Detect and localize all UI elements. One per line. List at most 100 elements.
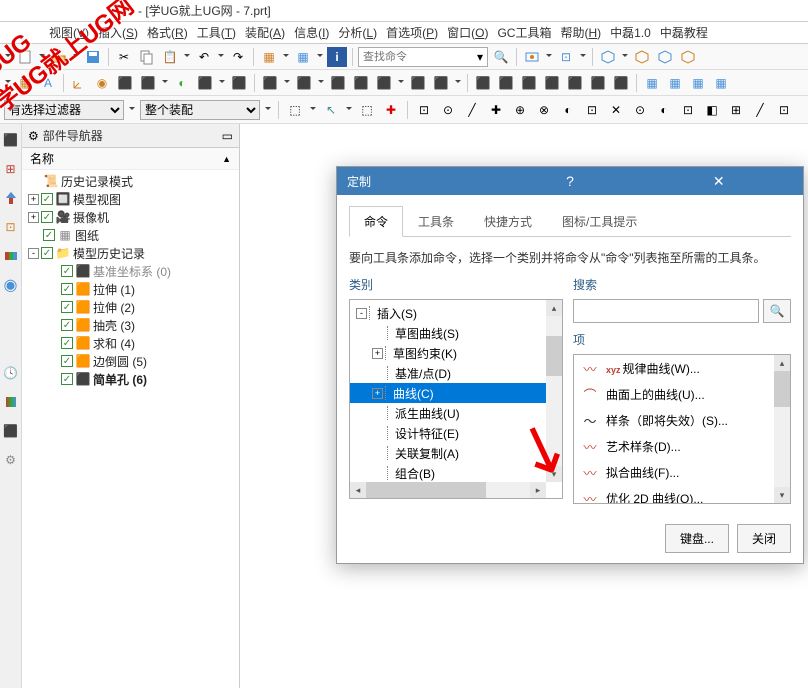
close-icon[interactable]: ✕ xyxy=(644,170,793,192)
command-item[interactable]: 〰拟合曲线(F)... xyxy=(574,459,790,485)
cut-icon[interactable]: ✂ xyxy=(114,47,134,67)
search-icon[interactable]: 🔍 xyxy=(491,47,511,67)
dropdown-icon[interactable] xyxy=(621,48,629,66)
dropdown-icon[interactable] xyxy=(345,101,353,119)
menu-item[interactable]: 格式(R) xyxy=(143,22,192,43)
tool-icon[interactable]: ▦ xyxy=(293,47,313,67)
tree-toggle[interactable]: - xyxy=(356,308,367,319)
panel-menu-icon[interactable]: ▭ xyxy=(222,129,233,143)
scroll-up-icon[interactable]: ▴ xyxy=(546,300,562,316)
command-item[interactable]: 〰艺术样条(D)... xyxy=(574,433,790,459)
tool-icon[interactable]: ⬛ xyxy=(351,73,371,93)
select-icon[interactable]: ↖ xyxy=(321,100,341,120)
snap-icon[interactable]: ⊗ xyxy=(534,100,554,120)
snap-icon[interactable]: ⊡ xyxy=(414,100,434,120)
select-icon[interactable]: ⬚ xyxy=(285,100,305,120)
search-input[interactable] xyxy=(573,299,759,323)
command-search[interactable]: ▾ xyxy=(358,47,488,67)
snap-icon[interactable]: ✕ xyxy=(606,100,626,120)
tree-item[interactable]: ✓🟧拉伸 (1) xyxy=(22,280,239,298)
navigator-column-header[interactable]: 名称 ▲ xyxy=(22,148,239,170)
dropdown-icon[interactable] xyxy=(72,48,80,66)
tool-icon[interactable]: ⬛ xyxy=(496,73,516,93)
tool-icon[interactable]: ⬛ xyxy=(519,73,539,93)
dropdown-icon[interactable] xyxy=(161,74,169,92)
tool-icon[interactable]: ⬛ xyxy=(195,73,215,93)
command-item[interactable]: 〰优化 2D 曲线(O)... xyxy=(574,485,790,504)
tool-icon[interactable]: ▦ xyxy=(665,73,685,93)
dialog-titlebar[interactable]: 定制 ? ✕ xyxy=(337,167,803,195)
undo-icon[interactable]: ↶ xyxy=(194,47,214,67)
tree-item[interactable]: ✓🟧边倒圆 (5) xyxy=(22,352,239,370)
menu-item[interactable]: 装配(A) xyxy=(241,22,289,43)
tree-item[interactable]: ✓⬛基准坐标系 (0) xyxy=(22,262,239,280)
tree-item[interactable]: ✓⬛简单孔 (6) xyxy=(22,370,239,388)
scroll-thumb[interactable] xyxy=(366,482,486,498)
view-icon[interactable] xyxy=(522,47,542,67)
snap-icon[interactable]: ╱ xyxy=(750,100,770,120)
scroll-down-icon[interactable]: ▾ xyxy=(546,466,562,482)
dropdown-icon[interactable] xyxy=(264,101,272,119)
toolbar-handle[interactable] xyxy=(4,74,12,92)
dropdown-icon[interactable] xyxy=(128,101,136,119)
category-item[interactable]: +草图约束(K) xyxy=(350,343,562,363)
tool-icon[interactable]: ⬛ xyxy=(408,73,428,93)
tree-item[interactable]: +✓🔲模型视图 xyxy=(22,190,239,208)
dropdown-icon[interactable] xyxy=(316,48,324,66)
tree-toggle[interactable]: + xyxy=(28,194,39,205)
tree-toggle[interactable]: + xyxy=(372,348,383,359)
command-item[interactable]: 〰xyz规律曲线(W)... xyxy=(574,355,790,381)
close-button[interactable]: 关闭 xyxy=(737,524,791,553)
tool-icon[interactable]: ▦ xyxy=(642,73,662,93)
menu-item[interactable]: 中磊1.0 xyxy=(606,22,655,43)
snap-icon[interactable]: ⊙ xyxy=(438,100,458,120)
dropdown-icon[interactable] xyxy=(38,48,46,66)
category-item[interactable]: -插入(S) xyxy=(350,303,562,323)
checkbox-icon[interactable]: ✓ xyxy=(41,211,53,223)
tree-toggle[interactable]: - xyxy=(28,248,39,259)
checkbox-icon[interactable]: ✓ xyxy=(61,319,73,331)
sidebar-nav-icon[interactable]: ⬛ xyxy=(1,421,21,441)
snap-icon[interactable]: ⊙ xyxy=(630,100,650,120)
copy-icon[interactable] xyxy=(137,47,157,67)
tool-icon[interactable]: ⬛ xyxy=(138,73,158,93)
category-item[interactable]: 基准/点(D) xyxy=(350,363,562,383)
dropdown-icon[interactable] xyxy=(454,74,462,92)
tool-icon[interactable]: ⬛ xyxy=(294,73,314,93)
view-icon[interactable]: ⊡ xyxy=(556,47,576,67)
toolbar-handle[interactable] xyxy=(4,48,12,66)
snap-icon[interactable]: ⊡ xyxy=(774,100,794,120)
menu-item[interactable]: 帮助(H) xyxy=(556,22,605,43)
menu-item[interactable]: 中磊教程 xyxy=(656,22,712,43)
tree-item[interactable]: +✓🎥摄像机 xyxy=(22,208,239,226)
assembly-select[interactable]: 整个装配 xyxy=(140,100,260,120)
sidebar-nav-icon[interactable]: 🕓 xyxy=(1,363,21,383)
tool-icon[interactable]: ◉ xyxy=(92,73,112,93)
menu-item[interactable]: 插入(S) xyxy=(94,22,142,43)
scroll-left-icon[interactable]: ◂ xyxy=(350,482,366,498)
scroll-right-icon[interactable]: ▸ xyxy=(530,482,546,498)
sidebar-nav-icon[interactable]: ⬛ xyxy=(1,130,21,150)
dropdown-icon[interactable] xyxy=(283,74,291,92)
category-item[interactable]: +曲线(C) xyxy=(350,383,562,403)
checkbox-icon[interactable]: ✓ xyxy=(41,193,53,205)
dropdown-icon[interactable]: ▾ xyxy=(477,50,483,64)
snap-icon[interactable]: ◐ xyxy=(654,100,674,120)
sidebar-nav-icon[interactable] xyxy=(1,392,21,412)
tool-icon[interactable]: ⬛ xyxy=(611,73,631,93)
tab[interactable]: 图标/工具提示 xyxy=(547,206,652,237)
tool-icon[interactable]: ⬛ xyxy=(115,73,135,93)
open-icon[interactable] xyxy=(49,47,69,67)
menu-item[interactable]: 窗口(O) xyxy=(443,22,492,43)
scroll-thumb[interactable] xyxy=(774,371,790,407)
tool-icon[interactable]: ⬛ xyxy=(473,73,493,93)
menu-item[interactable]: 首选项(P) xyxy=(382,22,442,43)
command-item[interactable]: 〜样条（即将失效）(S)... xyxy=(574,407,790,433)
csys-icon[interactable] xyxy=(69,73,89,93)
gear-icon[interactable]: ⚙ xyxy=(28,129,39,143)
tool-icon[interactable]: ▦ xyxy=(259,47,279,67)
cube-icon[interactable] xyxy=(632,47,652,67)
save-icon[interactable] xyxy=(83,47,103,67)
tool-icon[interactable]: ▦ xyxy=(711,73,731,93)
search-button[interactable]: 🔍 xyxy=(763,299,791,323)
